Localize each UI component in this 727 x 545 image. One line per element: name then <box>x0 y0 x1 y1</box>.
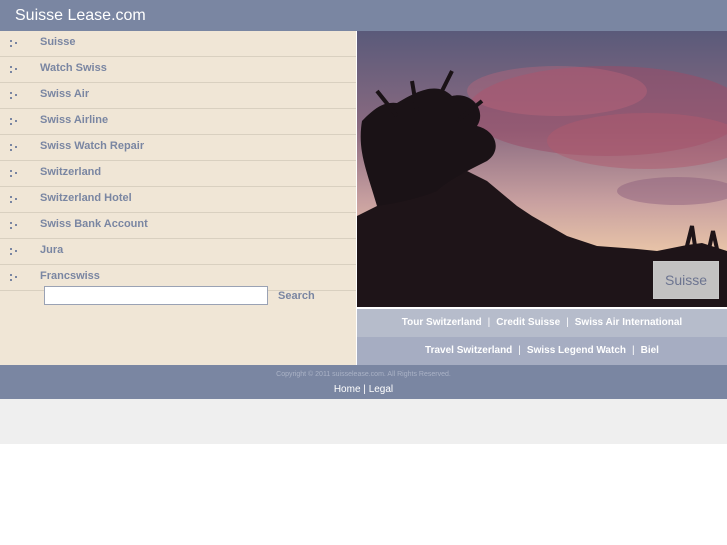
link-swiss-air-international[interactable]: Swiss Air International <box>575 317 682 328</box>
site-title[interactable]: Suisse Lease.com <box>15 7 146 25</box>
search-button[interactable]: Search <box>278 290 315 302</box>
bullet-icon <box>10 170 18 177</box>
nav-item-label[interactable]: Swiss Airline <box>40 114 108 126</box>
hero-caption: Suisse <box>653 261 719 299</box>
nav-item-label[interactable]: Switzerland Hotel <box>40 192 132 204</box>
link-tour-switzerland[interactable]: Tour Switzerland <box>402 317 482 328</box>
nav-item-label[interactable]: Francswiss <box>40 270 100 282</box>
link-credit-suisse[interactable]: Credit Suisse <box>496 317 560 328</box>
bullet-icon <box>10 274 18 281</box>
bullet-icon <box>10 92 18 99</box>
footer-home-link[interactable]: Home <box>334 384 361 395</box>
nav-item-watch-swiss[interactable]: Watch Swiss <box>0 57 356 83</box>
nav-item-label[interactable]: Jura <box>40 244 63 256</box>
bullet-icon <box>10 248 18 255</box>
site-header: Suisse Lease.com <box>0 0 727 31</box>
bullet-icon <box>10 40 18 47</box>
footer-separator: | <box>363 384 366 395</box>
sidebar: Suisse Watch Swiss Swiss Air Swiss Airli… <box>0 31 356 365</box>
link-biel[interactable]: Biel <box>641 345 659 356</box>
site-footer: Copyright © 2011 suisselease.com. All Ri… <box>0 365 727 399</box>
nav-item-label[interactable]: Swiss Air <box>40 88 89 100</box>
nav-item-switzerland[interactable]: Switzerland <box>0 161 356 187</box>
nav-item-label[interactable]: Swiss Watch Repair <box>40 140 144 152</box>
nav-item-label[interactable]: Swiss Bank Account <box>40 218 148 230</box>
bullet-icon <box>10 144 18 151</box>
nav-item-switzerland-hotel[interactable]: Switzerland Hotel <box>0 187 356 213</box>
link-separator: | <box>632 345 635 356</box>
nav-item-swiss-bank-account[interactable]: Swiss Bank Account <box>0 213 356 239</box>
link-separator: | <box>566 317 569 328</box>
hero-image: Suisse <box>357 31 727 307</box>
nav-list: Suisse Watch Swiss Swiss Air Swiss Airli… <box>0 31 356 291</box>
bottom-band <box>0 399 727 444</box>
nav-item-label[interactable]: Suisse <box>40 36 75 48</box>
nav-item-label[interactable]: Watch Swiss <box>40 62 107 74</box>
nav-item-label[interactable]: Switzerland <box>40 166 101 178</box>
footer-links: Home | Legal <box>0 384 727 395</box>
bullet-icon <box>10 66 18 73</box>
bullet-icon <box>10 196 18 203</box>
links-row-2: Travel Switzerland | Swiss Legend Watch | Bi… <box>357 337 727 365</box>
nav-item-swiss-airline[interactable]: Swiss Airline <box>0 109 356 135</box>
link-separator: | <box>487 317 491 328</box>
nav-item-suisse[interactable]: Suisse <box>0 31 356 57</box>
link-swiss-legend-watch[interactable]: Swiss Legend Watch <box>527 345 626 356</box>
search-input[interactable] <box>44 286 268 305</box>
link-travel-switzerland[interactable]: Travel Switzerland <box>425 345 512 356</box>
copyright-text: Copyright © 2011 suisselease.com. All Ri… <box>276 371 451 378</box>
link-separator: | <box>518 345 521 356</box>
nav-item-jura[interactable]: Jura <box>0 239 356 265</box>
bullet-icon <box>10 222 18 229</box>
nav-item-swiss-air[interactable]: Swiss Air <box>0 83 356 109</box>
nav-item-swiss-watch-repair[interactable]: Swiss Watch Repair <box>0 135 356 161</box>
bullet-icon <box>10 118 18 125</box>
footer-legal-link[interactable]: Legal <box>369 384 393 395</box>
links-row-1: Tour Switzerland | Credit Suisse | Swiss Air… <box>357 309 727 337</box>
